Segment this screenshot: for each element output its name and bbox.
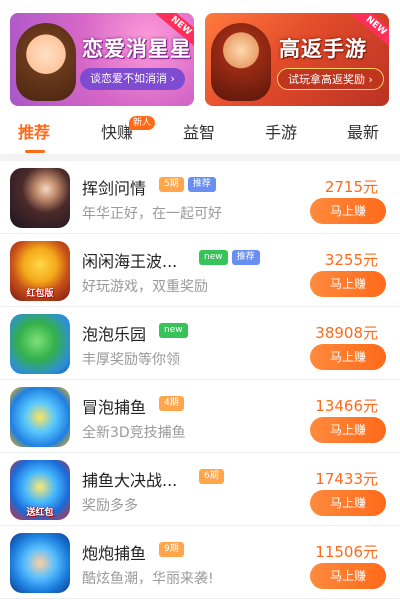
game-icon [10, 314, 70, 374]
anime-girl-icon [16, 23, 76, 101]
new-tag: new [159, 323, 188, 338]
game-tags: 5期 推荐 [159, 177, 216, 193]
game-tags: 9期 [159, 542, 184, 558]
game-description: 好玩游戏，双重奖励 [82, 279, 208, 295]
app-root: 恋爱消星星 谈恋爱不如消消 › NEW 高返手游 试玩拿高返奖励 › NEW 推… [0, 0, 400, 600]
game-row[interactable]: 送红包 捕鱼大决战... 6期 奖励多多 17433元 马上赚 [0, 453, 400, 526]
period-tag: 9期 [159, 542, 184, 557]
game-icon [10, 168, 70, 228]
game-name: 挥剑问情 [82, 179, 147, 198]
game-row[interactable]: 挥剑问情 5期 推荐 年华正好，在一起可好 2715元 马上赚 [0, 161, 400, 234]
game-tags: 6期 [199, 469, 224, 485]
new-tag: new [199, 250, 228, 265]
banner-high-rebate[interactable]: 高返手游 试玩拿高返奖励 › NEW [205, 13, 389, 106]
tab-recommend[interactable]: 推荐 [18, 114, 50, 154]
game-description: 奖励多多 [82, 498, 138, 514]
earn-now-button[interactable]: 马上赚 [310, 417, 386, 443]
game-icon [10, 533, 70, 593]
game-icon: 送红包 [10, 460, 70, 520]
section-divider [0, 154, 400, 161]
game-name: 冒泡捕鱼 [82, 398, 147, 417]
recommend-tag: 推荐 [231, 250, 260, 265]
game-icon: 红包版 [10, 241, 70, 301]
game-name: 泡泡乐园 [82, 325, 147, 344]
game-list: 挥剑问情 5期 推荐 年华正好，在一起可好 2715元 马上赚 红包版 闲闲海王… [0, 161, 400, 599]
game-tags: new [159, 323, 188, 339]
period-tag: 6期 [199, 469, 224, 484]
game-description: 丰厚奖励等你领 [82, 352, 180, 368]
game-reward: 17433元 [315, 470, 378, 488]
game-description: 酷炫鱼潮，华丽来袭! [82, 571, 214, 587]
tab-puzzle[interactable]: 益智 [183, 114, 215, 154]
banner-cta-button[interactable]: 谈恋爱不如消消 › [80, 68, 185, 90]
category-tabs: 推荐 快赚 新人 益智 手游 最新 [0, 114, 400, 154]
active-tab-indicator [25, 150, 45, 153]
game-description: 年华正好，在一起可好 [82, 206, 222, 222]
banner-title: 恋爱消星星 [82, 37, 192, 61]
game-reward: 11506元 [315, 543, 378, 561]
earn-now-button[interactable]: 马上赚 [310, 563, 386, 589]
game-description: 全新3D竞技捕鱼 [82, 425, 186, 441]
game-row[interactable]: 炮炮捕鱼 9期 酷炫鱼潮，华丽来袭! 11506元 马上赚 [0, 526, 400, 599]
earn-now-button[interactable]: 马上赚 [310, 271, 386, 297]
banner-love-match[interactable]: 恋爱消星星 谈恋爱不如消消 › NEW [10, 13, 194, 106]
banner-cta-button[interactable]: 试玩拿高返奖励 › [277, 68, 384, 90]
game-row[interactable]: 泡泡乐园 new 丰厚奖励等你领 38908元 马上赚 [0, 307, 400, 380]
game-tags: new 推荐 [199, 250, 260, 266]
tab-latest[interactable]: 最新 [347, 114, 379, 154]
recommend-tag: 推荐 [187, 177, 216, 192]
game-reward: 3255元 [324, 251, 378, 269]
hero-warrior-icon [211, 23, 271, 101]
earn-now-button[interactable]: 马上赚 [310, 198, 386, 224]
tab-mobile-games[interactable]: 手游 [265, 114, 297, 154]
tab-quick-earn[interactable]: 快赚 [101, 114, 133, 154]
game-reward: 2715元 [324, 178, 378, 196]
game-row[interactable]: 冒泡捕鱼 4期 全新3D竞技捕鱼 13466元 马上赚 [0, 380, 400, 453]
earn-now-button[interactable]: 马上赚 [310, 344, 386, 370]
game-name: 闲闲海王波... [82, 252, 178, 271]
newbie-badge: 新人 [129, 116, 156, 130]
game-tags: 4期 [159, 396, 184, 412]
banner-title: 高返手游 [279, 37, 367, 61]
game-row[interactable]: 红包版 闲闲海王波... new 推荐 好玩游戏，双重奖励 3255元 马上赚 [0, 234, 400, 307]
game-icon-label: 送红包 [26, 508, 54, 518]
period-tag: 5期 [159, 177, 184, 192]
game-name: 炮炮捕鱼 [82, 544, 147, 563]
game-reward: 38908元 [315, 324, 378, 342]
game-name: 捕鱼大决战... [82, 471, 178, 490]
game-icon-label: 红包版 [26, 289, 54, 299]
banner-carousel: 恋爱消星星 谈恋爱不如消消 › NEW 高返手游 试玩拿高返奖励 › NEW [0, 0, 400, 114]
period-tag: 4期 [159, 396, 184, 411]
earn-now-button[interactable]: 马上赚 [310, 490, 386, 516]
game-reward: 13466元 [315, 397, 378, 415]
game-icon [10, 387, 70, 447]
